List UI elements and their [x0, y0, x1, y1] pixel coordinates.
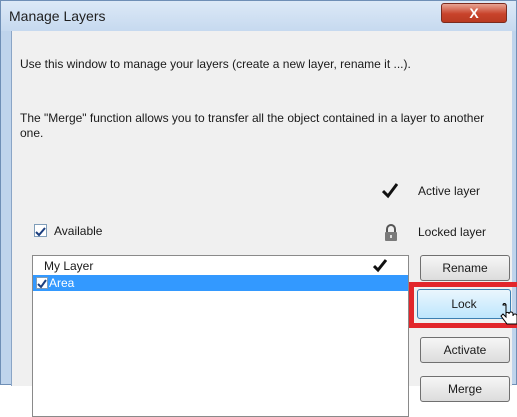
checkbox-check-icon [35, 227, 46, 237]
list-item[interactable]: My Layer [33, 258, 408, 274]
mouse-pointer-icon [500, 303, 517, 325]
checkmark-icon [382, 183, 398, 199]
title-bar: Manage Layers X [1, 1, 516, 31]
dialog-body: Use this window to manage your layers (c… [11, 31, 517, 417]
merge-button[interactable]: Merge [420, 376, 510, 402]
checkmark-icon [373, 259, 387, 273]
rename-button[interactable]: Rename [420, 255, 510, 281]
lock-button[interactable]: Lock [417, 289, 511, 319]
locked-layer-label: Locked layer [418, 225, 487, 239]
description-text-1: Use this window to manage your layers (c… [20, 57, 411, 71]
checkbox-check-icon [37, 279, 47, 289]
window-title: Manage Layers [9, 8, 106, 24]
manage-layers-window: Manage Layers X Use this window to manag… [0, 0, 517, 417]
layer-name: My Layer [44, 259, 94, 273]
padlock-icon [385, 224, 397, 241]
layer-checkbox[interactable] [36, 277, 48, 289]
layer-name: Area [49, 276, 75, 290]
available-checkbox[interactable] [34, 224, 47, 237]
description-text-2: The "Merge" function allows you to trans… [20, 111, 485, 140]
list-item-selected[interactable]: Area [33, 275, 408, 291]
activate-button[interactable]: Activate [420, 337, 510, 363]
active-layer-label: Active layer [418, 184, 481, 198]
layers-list[interactable]: My Layer Area [32, 255, 409, 417]
close-button[interactable]: X [441, 3, 507, 23]
available-label: Available [54, 224, 103, 238]
